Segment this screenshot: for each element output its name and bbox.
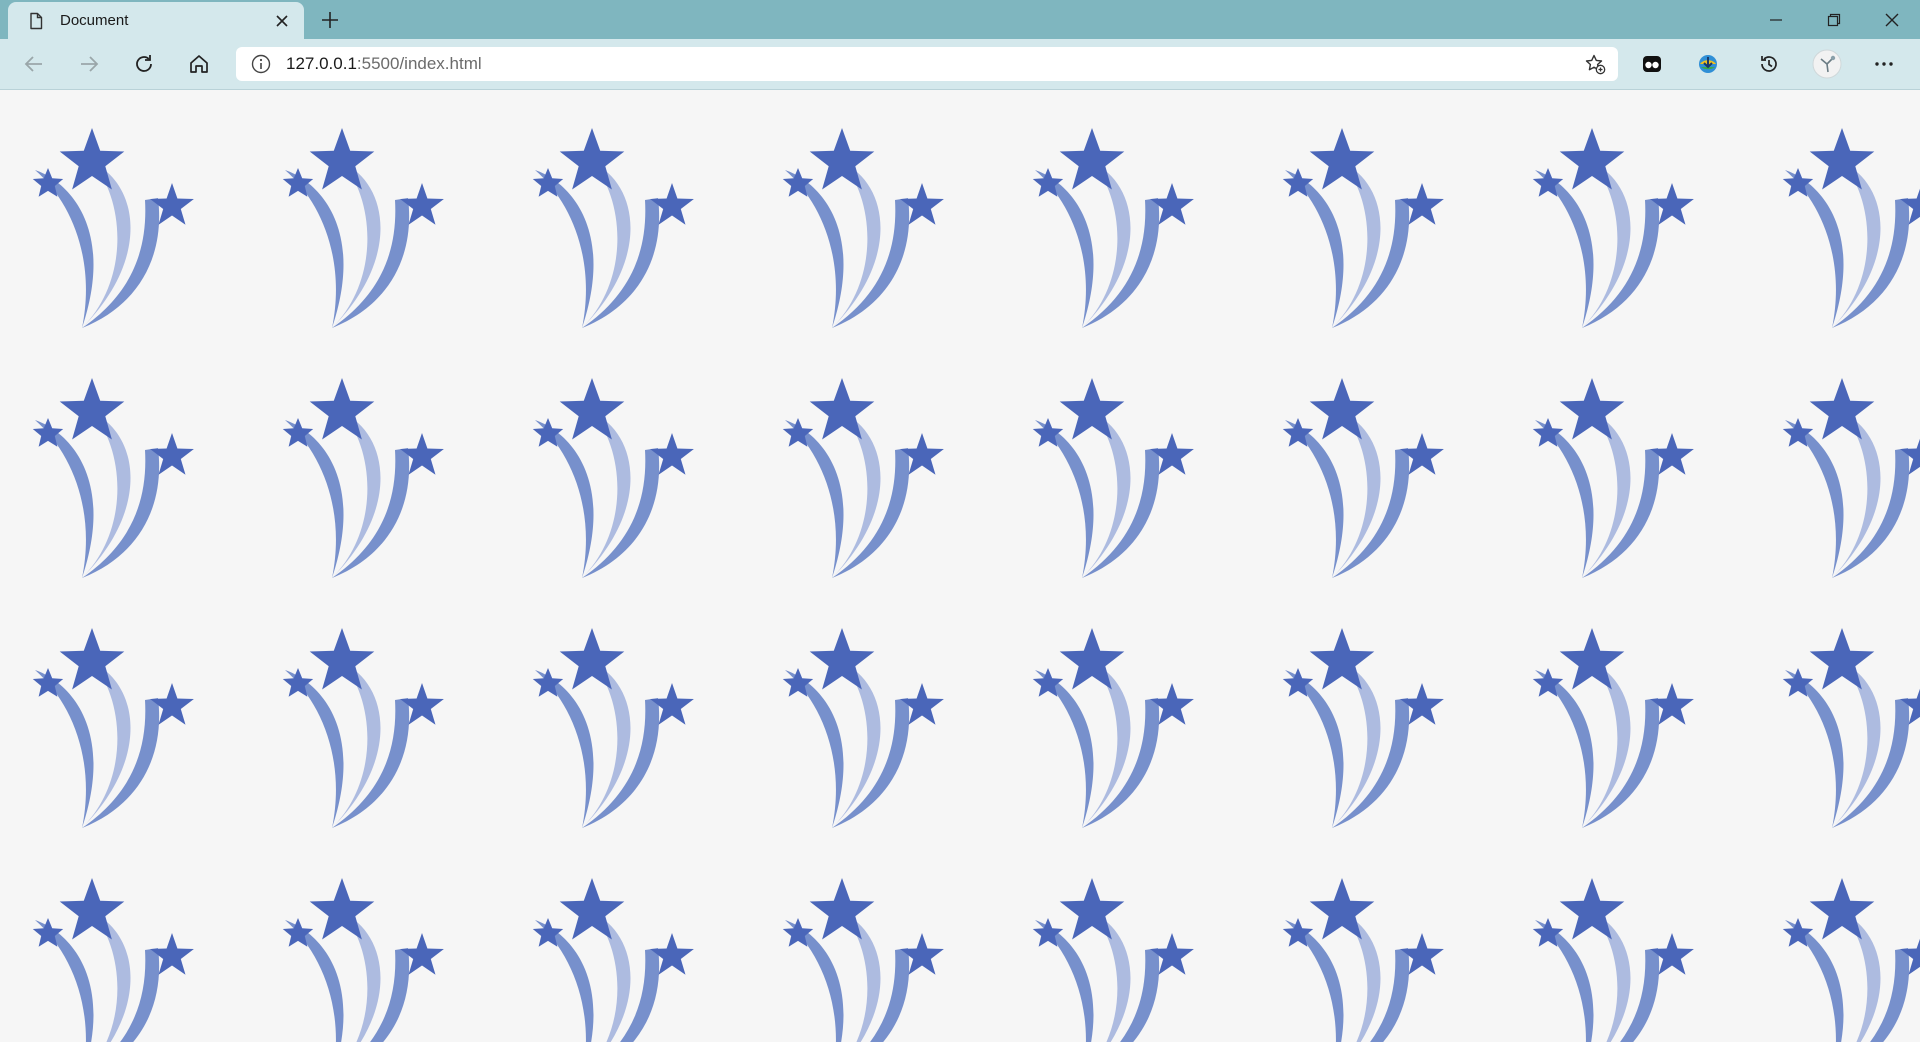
shooting-stars-icon: [1782, 878, 1920, 1042]
idm-extension-icon: [1699, 55, 1717, 73]
forward-button[interactable]: [71, 46, 107, 82]
close-icon: [276, 14, 288, 27]
shooting-stars-icon: [782, 628, 944, 828]
tab-title: Document: [60, 12, 129, 29]
extension-button[interactable]: [1634, 46, 1670, 82]
refresh-icon: [136, 55, 152, 72]
browser-toolbar: 127.0.0.1:5500/index.html: [0, 39, 1920, 90]
profile-button[interactable]: [1809, 46, 1845, 82]
shooting-stars-icon: [532, 128, 694, 328]
url-host: 127.0.0.1: [286, 54, 357, 73]
shooting-stars-icon: [1282, 128, 1444, 328]
shooting-stars-icon: [282, 878, 444, 1042]
shooting-stars-icon: [1532, 628, 1694, 828]
new-tab-button[interactable]: [316, 6, 344, 34]
shooting-stars-icon: [32, 128, 194, 328]
shooting-stars-icon: [1532, 378, 1694, 578]
profile-avatar-icon: [1812, 49, 1842, 79]
shooting-stars-icon: [782, 378, 944, 578]
document-icon: [30, 12, 43, 29]
shooting-stars-icon: [1282, 878, 1444, 1042]
back-button[interactable]: [16, 46, 52, 82]
shooting-stars-icon: [1032, 128, 1194, 328]
shooting-stars-icon: [1032, 878, 1194, 1042]
more-icon: [1875, 62, 1893, 66]
shooting-stars-icon: [1782, 378, 1920, 578]
restore-button[interactable]: [1806, 0, 1862, 39]
shooting-stars-icon: [1782, 128, 1920, 328]
shooting-stars-icon: [1032, 378, 1194, 578]
shooting-stars-icon: [1032, 628, 1194, 828]
refresh-button[interactable]: [126, 46, 162, 82]
shooting-stars-icon: [32, 628, 194, 828]
shooting-stars-icon: [782, 128, 944, 328]
forward-icon: [81, 56, 99, 72]
url-path: :5500/index.html: [356, 54, 482, 73]
shooting-stars-icon: [32, 878, 194, 1042]
home-icon: [190, 55, 208, 73]
plus-icon: [322, 12, 338, 28]
shooting-stars-icon: [282, 378, 444, 578]
shooting-stars-icon: [1532, 878, 1694, 1042]
close-window-button[interactable]: [1864, 0, 1920, 39]
shooting-stars-icon: [532, 378, 694, 578]
minimize-button[interactable]: [1748, 0, 1804, 39]
history-icon: [1761, 56, 1777, 72]
shooting-stars-icon: [32, 378, 194, 578]
title-bar: Document: [0, 0, 1920, 39]
shooting-stars-icon: [532, 628, 694, 828]
shooting-stars-icon: [1282, 628, 1444, 828]
home-button[interactable]: [181, 46, 217, 82]
shooting-stars-icon: [1782, 628, 1920, 828]
shooting-stars-icon: [282, 628, 444, 828]
close-icon: [1885, 13, 1899, 26]
tab-document[interactable]: Document: [8, 2, 304, 39]
more-button[interactable]: [1866, 46, 1902, 82]
shooting-stars-icon: [1532, 128, 1694, 328]
extension-icon: [1643, 56, 1661, 72]
history-button[interactable]: [1751, 46, 1787, 82]
page-content: [0, 90, 1920, 1042]
shooting-stars-icon: [782, 878, 944, 1042]
info-icon[interactable]: [250, 53, 272, 75]
add-favorite-icon[interactable]: [1584, 53, 1606, 75]
address-bar[interactable]: 127.0.0.1:5500/index.html: [236, 47, 1618, 81]
shooting-stars-icon: [1282, 378, 1444, 578]
restore-icon: [1827, 13, 1841, 26]
shooting-stars-icon: [532, 878, 694, 1042]
minimize-icon: [1770, 18, 1782, 21]
idm-extension-button[interactable]: [1690, 46, 1726, 82]
tab-close-button[interactable]: [270, 9, 294, 33]
shooting-stars-icon: [282, 128, 444, 328]
back-icon: [24, 56, 42, 72]
